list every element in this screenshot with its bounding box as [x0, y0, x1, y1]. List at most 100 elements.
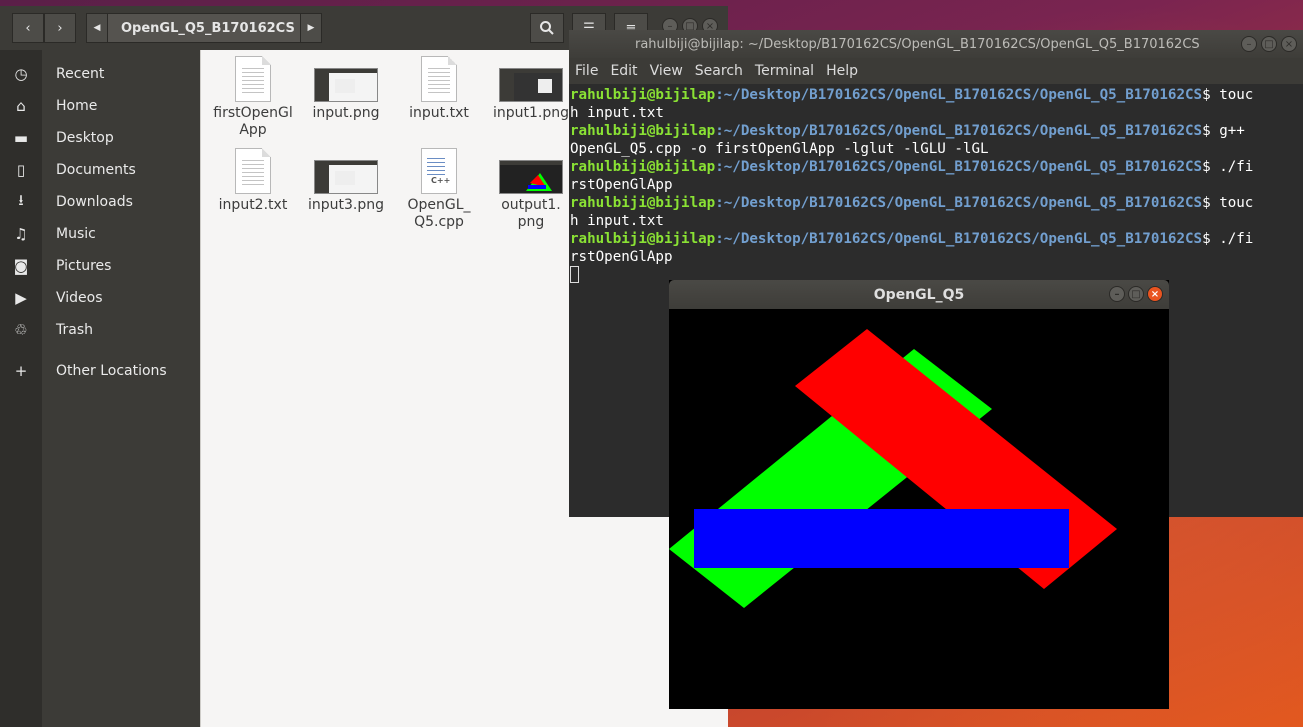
- sidebar-item-label: Recent: [56, 66, 105, 82]
- sidebar-item-downloads[interactable]: ⭳ Downloads: [0, 186, 200, 218]
- plus-icon: +: [14, 362, 28, 380]
- close-button[interactable]: ×: [1147, 286, 1163, 302]
- file-name: input2.txt: [218, 197, 288, 213]
- command-text: touc: [1219, 87, 1254, 103]
- back-button[interactable]: ‹: [12, 13, 44, 43]
- places-sidebar: ◷ Recent ⌂ Home ▬ Desktop ▯ Documents ⭳ …: [0, 50, 200, 727]
- clock-icon: ◷: [14, 65, 28, 83]
- menu-terminal[interactable]: Terminal: [755, 63, 814, 79]
- home-icon: ⌂: [16, 97, 26, 115]
- prompt-symbol: $: [1202, 123, 1220, 139]
- terminal-line: rahulbiji@bijilap:~/Desktop/B170162CS/Op…: [570, 86, 1303, 104]
- file-item[interactable]: C++ OpenGL_ Q5.cpp: [394, 148, 484, 231]
- search-icon: [540, 21, 554, 35]
- image-thumbnail-icon: [499, 68, 563, 102]
- file-item[interactable]: input2.txt: [208, 148, 298, 214]
- sidebar-item-trash[interactable]: ♲ Trash: [0, 314, 200, 346]
- command-text: ./fi: [1219, 231, 1254, 247]
- path-scroll-left-button[interactable]: ◀: [86, 13, 108, 43]
- minimize-button[interactable]: –: [1109, 286, 1125, 302]
- sidebar-item-documents[interactable]: ▯ Documents: [0, 154, 200, 186]
- prompt-symbol: $: [1202, 87, 1220, 103]
- terminal-line: rahulbiji@bijilap:~/Desktop/B170162CS/Op…: [570, 194, 1303, 212]
- prompt-symbol: $: [1202, 159, 1220, 175]
- file-name-cont: png: [517, 214, 545, 230]
- terminal-window-controls: – □ ×: [1241, 36, 1297, 52]
- sidebar-item-label: Other Locations: [56, 363, 167, 379]
- triangle-left-icon: ◀: [93, 23, 101, 33]
- folder-icon: ▬: [13, 129, 29, 147]
- command-text: ./fi: [1219, 159, 1254, 175]
- terminal-cursor: [570, 266, 579, 283]
- prompt-symbol: $: [1202, 231, 1220, 247]
- sidebar-item-pictures[interactable]: ◙ Pictures: [0, 250, 200, 282]
- sidebar-item-label: Videos: [56, 290, 103, 306]
- terminal-line: OpenGL_Q5.cpp -o firstOpenGlApp -lglut -…: [570, 141, 989, 157]
- image-thumbnail-icon: [314, 68, 378, 102]
- prompt-path: :~/Desktop/B170162CS/OpenGL_B170162CS/Op…: [715, 87, 1203, 103]
- opengl-canvas[interactable]: [669, 309, 1169, 709]
- prompt-user: rahulbiji@bijilap: [570, 159, 716, 175]
- file-item[interactable]: firstOpenGl App: [208, 56, 298, 139]
- menu-help[interactable]: Help: [826, 63, 858, 79]
- terminal-line: rahulbiji@bijilap:~/Desktop/B170162CS/Op…: [570, 122, 1303, 140]
- sidebar-item-label: Downloads: [56, 194, 133, 210]
- file-item[interactable]: output1. png: [486, 148, 576, 231]
- sidebar-item-label: Desktop: [56, 130, 114, 146]
- file-name: firstOpenGl: [213, 105, 293, 121]
- menu-edit[interactable]: Edit: [610, 63, 637, 79]
- text-file-icon: [235, 148, 271, 194]
- terminal-titlebar[interactable]: rahulbiji@bijilap: ~/Desktop/B170162CS/O…: [569, 30, 1303, 58]
- menu-search[interactable]: Search: [695, 63, 743, 79]
- menu-file[interactable]: File: [575, 63, 598, 79]
- prompt-path: :~/Desktop/B170162CS/OpenGL_B170162CS/Op…: [715, 159, 1203, 175]
- camera-icon: ◙: [13, 257, 29, 275]
- prompt-symbol: $: [1202, 195, 1220, 211]
- sidebar-item-videos[interactable]: ▶ Videos: [0, 282, 200, 314]
- sidebar-item-music[interactable]: ♫ Music: [0, 218, 200, 250]
- sidebar-item-label: Documents: [56, 162, 136, 178]
- maximize-button[interactable]: □: [1128, 286, 1144, 302]
- path-bar-current-folder[interactable]: OpenGL_Q5_B170162CS: [108, 13, 300, 43]
- file-name: OpenGL_: [407, 197, 471, 213]
- sidebar-item-home[interactable]: ⌂ Home: [0, 90, 200, 122]
- opengl-window-title: OpenGL_Q5: [873, 286, 965, 303]
- prompt-user: rahulbiji@bijilap: [570, 123, 716, 139]
- file-item[interactable]: input.txt: [394, 56, 484, 122]
- command-text: touc: [1219, 195, 1254, 211]
- terminal-line: h input.txt: [570, 105, 664, 121]
- prompt-path: :~/Desktop/B170162CS/OpenGL_B170162CS/Op…: [715, 123, 1203, 139]
- file-item[interactable]: input1.png: [486, 56, 576, 122]
- terminal-line: rstOpenGlApp: [570, 249, 673, 265]
- path-scroll-right-button[interactable]: ▶: [300, 13, 322, 43]
- chevron-right-icon: ›: [57, 20, 63, 36]
- opengl-titlebar[interactable]: OpenGL_Q5 – □ ×: [669, 280, 1169, 309]
- minimize-button[interactable]: –: [1241, 36, 1257, 52]
- sidebar-item-recent[interactable]: ◷ Recent: [0, 58, 200, 90]
- search-button[interactable]: [530, 13, 564, 43]
- chevron-left-icon: ‹: [25, 20, 31, 36]
- close-button[interactable]: ×: [1281, 36, 1297, 52]
- terminal-title: rahulbiji@bijilap: ~/Desktop/B170162CS/O…: [635, 36, 1200, 52]
- menu-view[interactable]: View: [650, 63, 683, 79]
- terminal-menubar: File Edit View Search Terminal Help: [569, 58, 1303, 84]
- sidebar-item-label: Pictures: [56, 258, 112, 274]
- terminal-line: rstOpenGlApp: [570, 177, 673, 193]
- forward-button[interactable]: ›: [44, 13, 76, 43]
- trash-icon: ♲: [14, 321, 28, 339]
- file-item[interactable]: input3.png: [301, 148, 391, 214]
- download-icon: ⭳: [18, 190, 24, 209]
- command-text: g++: [1219, 123, 1245, 139]
- terminal-line: h input.txt: [570, 213, 664, 229]
- file-item[interactable]: input.png: [301, 56, 391, 122]
- blue-rectangle: [694, 509, 1069, 568]
- sidebar-item-desktop[interactable]: ▬ Desktop: [0, 122, 200, 154]
- video-icon: ▶: [15, 289, 27, 307]
- file-name: input.txt: [409, 105, 469, 121]
- maximize-button[interactable]: □: [1261, 36, 1277, 52]
- sidebar-item-other-locations[interactable]: + Other Locations: [0, 355, 200, 387]
- image-thumbnail-icon: [499, 160, 563, 194]
- text-file-icon: [421, 56, 457, 102]
- terminal-line: rahulbiji@bijilap:~/Desktop/B170162CS/Op…: [570, 158, 1303, 176]
- text-file-icon: [235, 56, 271, 102]
